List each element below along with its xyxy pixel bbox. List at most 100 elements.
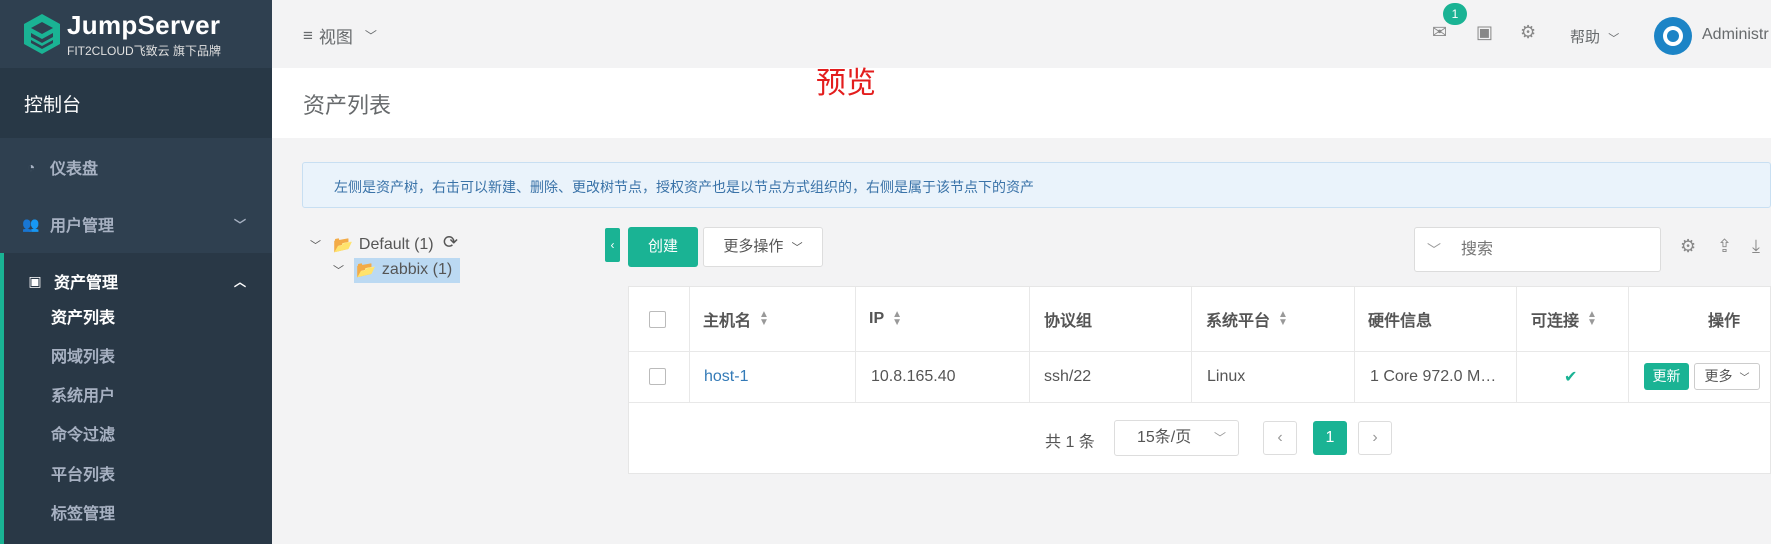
col-header-label: 可连接 — [1531, 313, 1580, 330]
sidebar-subitem-label-manage[interactable]: 标签管理 — [51, 500, 115, 524]
terminal-icon[interactable]: ▣ — [1476, 22, 1493, 43]
row-checkbox[interactable] — [649, 351, 666, 402]
page-heading: 资产列表 — [272, 68, 1771, 138]
help-menu[interactable]: 帮助 ﹀ — [1570, 26, 1619, 47]
sidebar-item-users[interactable]: 👥 用户管理 ﹀ — [0, 196, 272, 252]
menu-icon: ≡ — [303, 25, 313, 45]
logo[interactable]: JumpServer FIT2CLOUD飞致云 旗下品牌 — [0, 0, 272, 68]
user-name[interactable]: Administr — [1702, 26, 1769, 44]
brand-name: JumpServer — [67, 10, 221, 40]
col-header-actions: 操作 — [1708, 287, 1740, 351]
help-label: 帮助 — [1570, 29, 1601, 46]
gear-icon[interactable]: ⚙ — [1520, 22, 1536, 43]
sidebar-subitem-domain-list[interactable]: 网域列表 — [51, 343, 115, 367]
tree-node-zabbix[interactable]: ﹀ 📂 zabbix (1) — [333, 260, 452, 280]
pagination-total: 共 1 条 — [1045, 434, 1095, 451]
sidebar-item-label: 仪表盘 — [50, 161, 99, 178]
row-more-button[interactable]: 更多 ﹀ — [1694, 363, 1760, 390]
divider — [855, 287, 856, 402]
avatar[interactable] — [1654, 17, 1692, 55]
users-icon: 👥 — [22, 215, 40, 232]
col-header-label: 硬件信息 — [1368, 313, 1433, 330]
select-all-checkbox[interactable] — [649, 287, 666, 351]
chevron-right-icon: › — [1372, 429, 1378, 446]
checkbox-box — [649, 310, 666, 328]
mail-icon[interactable]: ✉ — [1432, 22, 1447, 43]
chevron-down-icon[interactable]: ﹀ — [1427, 240, 1441, 260]
col-header-label: 操作 — [1708, 313, 1741, 330]
refresh-icon[interactable]: ⟳ — [443, 232, 458, 253]
divider — [629, 402, 1771, 403]
jumpserver-logo-icon — [24, 14, 60, 54]
sidebar: JumpServer FIT2CLOUD飞致云 旗下品牌 控制台 ◔ 仪表盘 👥… — [0, 0, 272, 544]
divider — [1029, 287, 1030, 402]
console-header: 控制台 — [0, 68, 272, 138]
chevron-down-icon: ﹀ — [791, 242, 803, 254]
sort-icon: ▲ ▼ — [1278, 309, 1288, 328]
col-header-hardware: 硬件信息 — [1368, 287, 1432, 351]
sidebar-subitem-system-users[interactable]: 系统用户 — [51, 382, 115, 406]
page-title: 资产列表 — [303, 93, 392, 118]
divider — [1628, 287, 1629, 402]
download-icon[interactable]: ⤓ — [1752, 236, 1760, 257]
sidebar-subitem-platform-list[interactable]: 平台列表 — [51, 461, 115, 485]
col-header-label: 主机名 — [703, 313, 752, 330]
search-input[interactable] — [1461, 238, 1651, 262]
sidebar-subitem-asset-list[interactable]: 资产列表 — [51, 304, 115, 328]
assets-submenu — [0, 309, 272, 544]
chevron-left-icon: ‹ — [1277, 429, 1283, 446]
notification-badge: 1 — [1443, 3, 1467, 25]
tree-node-label: Default (1) — [358, 236, 434, 253]
console-label: 控制台 — [24, 95, 82, 116]
checkbox-box — [649, 368, 666, 385]
sort-icon: ▲ ▼ — [759, 309, 769, 328]
more-actions-button[interactable]: 更多操作 ﹀ — [703, 227, 823, 267]
divider — [1191, 287, 1192, 402]
hostname-link[interactable]: host-1 — [704, 351, 748, 402]
check-icon: ✔ — [1564, 368, 1578, 386]
divider — [1516, 287, 1517, 402]
cell-ip: 10.8.165.40 — [871, 367, 956, 385]
create-button[interactable]: 创建 — [628, 227, 698, 267]
col-header-connectable[interactable]: 可连接 ▲ ▼ — [1531, 287, 1597, 351]
row-actions: 更新 更多 ﹀ — [1644, 351, 1760, 402]
next-page-button[interactable]: › — [1358, 421, 1392, 455]
cell-hardware: 1 Core 972.0 M… — [1370, 367, 1497, 385]
chevron-down-icon: ﹀ — [1608, 33, 1620, 45]
preview-watermark: 预览 — [816, 67, 876, 100]
chevron-up-icon: ︿ — [233, 275, 246, 289]
col-header-ip[interactable]: IP ▲ ▼ — [869, 287, 902, 351]
sidebar-subitem-command-filter[interactable]: 命令过滤 — [51, 421, 115, 445]
sidebar-item-dashboard[interactable]: ◔ 仪表盘 — [0, 139, 272, 195]
chevron-down-icon: ﹀ — [1739, 373, 1750, 384]
col-header-hostname[interactable]: 主机名 ▲ ▼ — [703, 287, 769, 351]
dashboard-icon: ◔ — [26, 159, 36, 175]
collapse-tree-button[interactable]: ‹ — [605, 228, 620, 262]
cell-platform: Linux — [1207, 367, 1246, 385]
view-menu-button[interactable]: ≡ 视图 ﹀ — [303, 23, 377, 48]
folder-open-icon: 📂 — [356, 262, 376, 279]
divider — [689, 287, 690, 402]
tree-node-label: zabbix (1) — [381, 261, 453, 278]
view-label: 视图 — [318, 28, 353, 47]
tree-node-default[interactable]: ﹀ 📂 Default (1) — [310, 235, 434, 255]
more-actions-label: 更多操作 — [723, 238, 784, 255]
page-size-label: 15条/页 — [1137, 429, 1192, 446]
gear-icon[interactable]: ⚙ — [1680, 236, 1696, 257]
upload-icon[interactable]: ⇪ — [1717, 236, 1732, 257]
search-box: ﹀ — [1414, 227, 1661, 272]
divider — [629, 351, 1771, 352]
sidebar-item-assets[interactable]: ▣ 资产管理 ︿ — [0, 253, 272, 309]
info-text: 左侧是资产树，右击可以新建、删除、更改树节点，授权资产也是以节点方式组织的，右侧… — [334, 179, 1034, 195]
info-callout: 左侧是资产树，右击可以新建、删除、更改树节点，授权资产也是以节点方式组织的，右侧… — [302, 162, 1771, 208]
col-header-label: 系统平台 — [1206, 313, 1271, 330]
col-header-platform[interactable]: 系统平台 ▲ ▼ — [1206, 287, 1288, 351]
cell-protocols: ssh/22 — [1044, 367, 1092, 385]
update-button[interactable]: 更新 — [1644, 363, 1689, 390]
chevron-down-icon: ﹀ — [1213, 431, 1226, 445]
folder-open-icon: 📂 — [333, 237, 353, 254]
page-number-button[interactable]: 1 — [1313, 421, 1347, 455]
chevron-down-icon: ﹀ — [333, 265, 344, 277]
page-size-select[interactable]: 15条/页 ﹀ — [1114, 420, 1239, 456]
prev-page-button[interactable]: ‹ — [1263, 421, 1297, 455]
